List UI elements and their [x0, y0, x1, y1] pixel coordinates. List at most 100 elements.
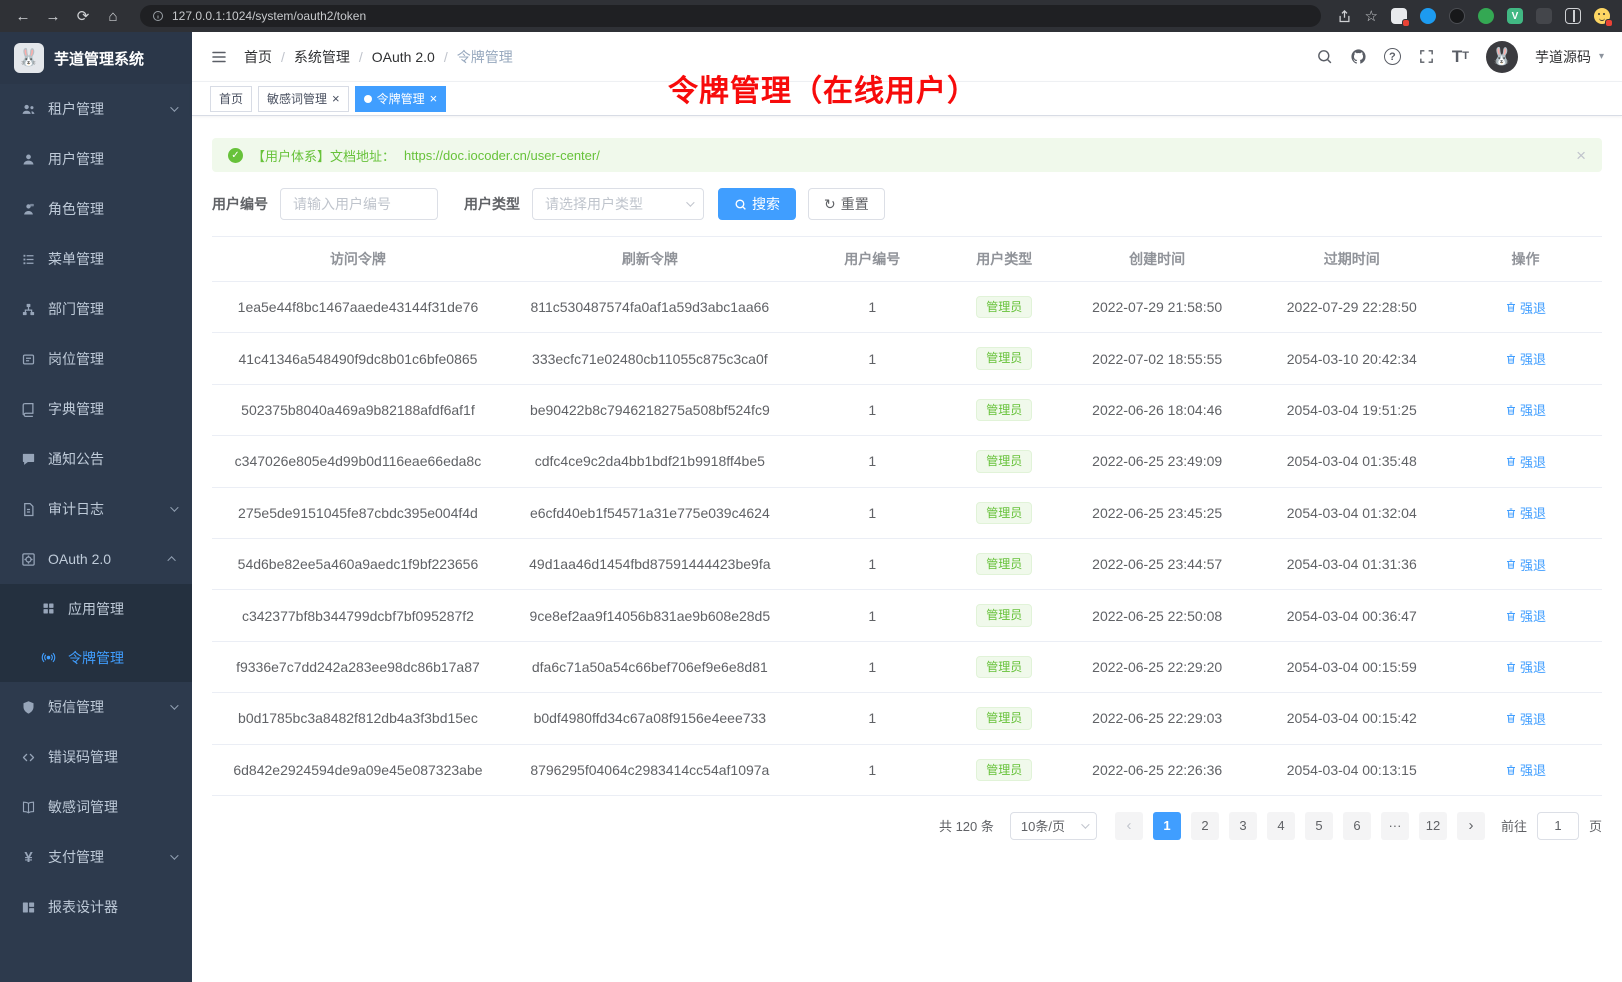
reset-button[interactable]: ↻ 重置 [808, 188, 885, 220]
user-name[interactable]: 芋道源码 [1535, 47, 1591, 67]
force-logout-button[interactable]: 强退 [1505, 298, 1546, 317]
force-logout-button[interactable]: 强退 [1505, 555, 1546, 574]
user-type-select[interactable]: 请选择用户类型 [532, 188, 704, 220]
github-icon[interactable] [1350, 48, 1367, 65]
doc-alert: ✓ 【用户体系】文档地址： https://doc.iocoder.cn/use… [212, 138, 1602, 172]
audit-log-icon [20, 502, 37, 517]
force-logout-button[interactable]: 强退 [1505, 452, 1546, 471]
tab-sensitive-word[interactable]: 敏感词管理 × [258, 86, 349, 112]
reload-icon[interactable]: ⟳ [72, 5, 94, 27]
home-icon[interactable]: ⌂ [102, 5, 124, 27]
sidebar-item-role[interactable]: 角色管理 [0, 184, 192, 234]
search-icon[interactable] [1316, 48, 1333, 65]
sidebar-item-sensitive-word[interactable]: 敏感词管理 [0, 782, 192, 832]
font-size-icon[interactable]: TT [1452, 48, 1469, 65]
sidebar-item-user[interactable]: 用户管理 [0, 134, 192, 184]
create-time-cell: 2022-07-02 18:55:55 [1060, 333, 1255, 384]
user-id-cell: 1 [796, 693, 949, 744]
sidebar-item-tenant[interactable]: 租户管理 [0, 84, 192, 134]
search-button[interactable]: 搜索 [718, 188, 796, 220]
chevron-down-icon[interactable]: ▾ [1599, 51, 1604, 62]
close-icon[interactable]: × [430, 92, 438, 105]
user-type-cell: 管理员 [949, 641, 1060, 692]
sidebar-item-notice[interactable]: 通知公告 [0, 434, 192, 484]
avatar[interactable]: 🐰 [1486, 41, 1518, 73]
profile-avatar-icon[interactable] [1594, 8, 1610, 24]
page-button-2[interactable]: 2 [1191, 812, 1219, 840]
sidebar-item-sms[interactable]: 短信管理 [0, 682, 192, 732]
help-icon[interactable]: ? [1384, 48, 1401, 65]
page-button-6[interactable]: 6 [1343, 812, 1371, 840]
sidebar-item-dept[interactable]: 部门管理 [0, 284, 192, 334]
sidebar-item-label: 错误码管理 [48, 747, 118, 767]
extension-badge [1402, 19, 1410, 27]
sidebar-item-oauth[interactable]: OAuth 2.0 [0, 534, 192, 584]
breadcrumb-item[interactable]: 首页 [244, 47, 272, 67]
force-logout-button[interactable]: 强退 [1505, 709, 1546, 728]
close-icon[interactable]: × [1576, 147, 1586, 164]
refresh-token-cell: 9ce8ef2aa9f14056b831ae9b608e28d5 [504, 590, 796, 641]
share-icon[interactable] [1337, 9, 1352, 24]
sidebar-item-app-manage[interactable]: 应用管理 [0, 584, 192, 633]
force-logout-button[interactable]: 强退 [1505, 606, 1546, 625]
fullscreen-icon[interactable] [1418, 48, 1435, 65]
user-type-badge: 管理员 [976, 296, 1032, 318]
goto-page-input[interactable] [1537, 812, 1579, 840]
address-bar[interactable]: 127.0.0.1:1024/system/oauth2/token [140, 5, 1321, 27]
page-size-select[interactable]: 10条/页 [1010, 812, 1097, 840]
sidebar-item-error-code[interactable]: 错误码管理 [0, 732, 192, 782]
force-logout-button[interactable]: 强退 [1505, 349, 1546, 368]
tab-home[interactable]: 首页 [210, 86, 252, 112]
page-button-4[interactable]: 4 [1267, 812, 1295, 840]
sidebar-item-pay[interactable]: ¥ 支付管理 [0, 832, 192, 882]
back-icon[interactable]: ← [12, 5, 34, 27]
breadcrumb-item[interactable]: OAuth 2.0 [372, 49, 435, 65]
split-screen-icon[interactable] [1565, 8, 1581, 24]
doc-link[interactable]: https://doc.iocoder.cn/user-center/ [404, 148, 600, 163]
sidebar-item-label: 菜单管理 [48, 249, 104, 269]
page-button-12[interactable]: 12 [1419, 812, 1447, 840]
user-id-cell: 1 [796, 384, 949, 435]
site-info-icon[interactable] [152, 10, 164, 22]
chevron-down-icon [170, 701, 178, 709]
sidebar: 🐰 芋道管理系统 租户管理 用户管理 角色管理 菜单管理 部门管理 岗位管理 [0, 32, 192, 982]
extension-green-icon[interactable] [1478, 8, 1494, 24]
next-page-button[interactable]: › [1457, 812, 1485, 840]
force-logout-button[interactable]: 强退 [1505, 657, 1546, 676]
hamburger-menu-icon[interactable] [210, 48, 228, 66]
bookmark-star-icon[interactable]: ☆ [1365, 7, 1378, 25]
tab-token-manage[interactable]: 令牌管理 × [355, 86, 447, 112]
force-logout-button[interactable]: 强退 [1505, 760, 1546, 779]
app-logo[interactable]: 🐰 芋道管理系统 [0, 32, 192, 84]
expire-time-cell: 2054-03-04 19:51:25 [1254, 384, 1449, 435]
force-logout-label: 强退 [1520, 657, 1546, 676]
user-type-cell: 管理员 [949, 590, 1060, 641]
extension-dark-icon[interactable] [1536, 8, 1552, 24]
sidebar-item-post[interactable]: 岗位管理 [0, 334, 192, 384]
page-button-3[interactable]: 3 [1229, 812, 1257, 840]
prev-page-button[interactable]: ‹ [1115, 812, 1143, 840]
page-button-1[interactable]: 1 [1153, 812, 1181, 840]
sidebar-item-dict[interactable]: 字典管理 [0, 384, 192, 434]
breadcrumb-item[interactable]: 系统管理 [294, 47, 350, 67]
access-token-cell: 502375b8040a469a9b82188afdf6af1f [212, 384, 504, 435]
sidebar-item-audit-log[interactable]: 审计日志 [0, 484, 192, 534]
extension-black-icon[interactable] [1449, 8, 1465, 24]
forward-icon[interactable]: → [42, 5, 64, 27]
sidebar-item-menu[interactable]: 菜单管理 [0, 234, 192, 284]
sidebar-item-token-manage[interactable]: 令牌管理 [0, 633, 192, 682]
sidebar-item-report-designer[interactable]: 报表设计器 [0, 882, 192, 932]
refresh-token-cell: cdfc4ce9c2da4bb1bdf21b9918ff4be5 [504, 436, 796, 487]
sidebar-item-label: 用户管理 [48, 149, 104, 169]
extension-red-icon[interactable] [1391, 8, 1407, 24]
close-icon[interactable]: × [332, 92, 340, 105]
delete-icon [1505, 558, 1517, 570]
force-logout-button[interactable]: 强退 [1505, 400, 1546, 419]
oauth-submenu: 应用管理 令牌管理 [0, 584, 192, 682]
user-id-input[interactable] [280, 188, 438, 220]
vue-devtools-icon[interactable]: V [1507, 8, 1523, 24]
page-more-button[interactable]: ··· [1381, 812, 1409, 840]
page-button-5[interactable]: 5 [1305, 812, 1333, 840]
extension-blue-icon[interactable] [1420, 8, 1436, 24]
force-logout-button[interactable]: 强退 [1505, 503, 1546, 522]
